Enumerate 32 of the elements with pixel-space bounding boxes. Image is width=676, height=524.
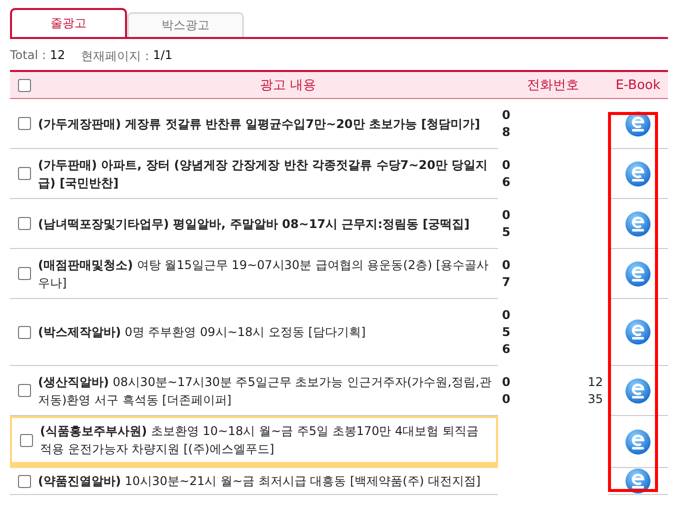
phone-fragment: 0 <box>502 391 510 408</box>
page-number: 1/1 <box>153 48 172 64</box>
ad-text[interactable]: (약품진열알바) 10시30분~21시 월~금 최저시급 대흥동 [백제약품(주) 대전지점] <box>38 472 498 490</box>
phone-fragment: 0 <box>502 374 510 391</box>
ad-text[interactable]: (남녀떡포장및기타업무) 평일알바, 주말알바 08~17시 근무지:정림동 [궁떡집] <box>38 214 498 232</box>
phone-fragment: 0 <box>502 207 510 224</box>
tab[interactable]: 박스광고 <box>127 12 244 37</box>
ad-text[interactable]: (가두게장판매) 게장류 젓갈류 반찬류 일평균수입7만~20만 초보가능 [청담미가] <box>38 114 498 132</box>
phone-fragment: 6 <box>502 174 510 191</box>
phone-fragment: 0 <box>502 257 510 274</box>
total-count: 12 <box>50 48 66 64</box>
ad-text[interactable]: (생산직알바) 08시30분~17시30분 주5일근무 초보가능 인근거주자(가수원,정림,관저동)환영 서구 흑석동 [더존페이퍼] <box>38 372 498 408</box>
phone-fragment: 7 <box>502 274 510 291</box>
ad-text[interactable]: (매점판매및청소) 여탕 월15일근무 19~07시30분 급여협의 용운동(2층) [용수골사우나] <box>38 256 498 292</box>
page-label: 현재페이지 : <box>81 48 150 65</box>
phone-fragment: 5 <box>502 224 510 241</box>
phone-fragment: 12 <box>588 374 603 391</box>
phone-fragment: 0 <box>502 157 510 174</box>
ad-text[interactable]: (가두판매) 아파트, 장터 (양념게장 간장게장 반찬 각종젓갈류 수당7~20만 당일지급) [국민반찬] <box>38 156 498 192</box>
column-header: E-Book <box>616 78 660 92</box>
phone-fragment: 0 <box>502 307 510 324</box>
phone-fragment: 0 <box>502 107 510 124</box>
total-label: Total : <box>10 48 46 64</box>
phone-fragment: 6 <box>502 341 510 358</box>
column-header: 전화번호 <box>527 78 579 93</box>
phone-fragment: 8 <box>502 124 510 141</box>
column-header: 광고 내용 <box>260 78 316 93</box>
phone-fragment: 35 <box>588 391 603 408</box>
ad-text[interactable]: (식품홍보주부사원) 초보환영 10~18시 월~금 주5일 초봉170만 4대보험 퇴직금적용 운전가능자 차량지원 [(주)에스엘푸드] <box>40 422 496 458</box>
ad-text[interactable]: (박스제작알바) 0명 주부환영 09시~18시 오정동 [담다기획] <box>38 323 498 341</box>
phone-fragment: 5 <box>502 324 510 341</box>
tab[interactable]: 줄광고 <box>10 8 127 37</box>
